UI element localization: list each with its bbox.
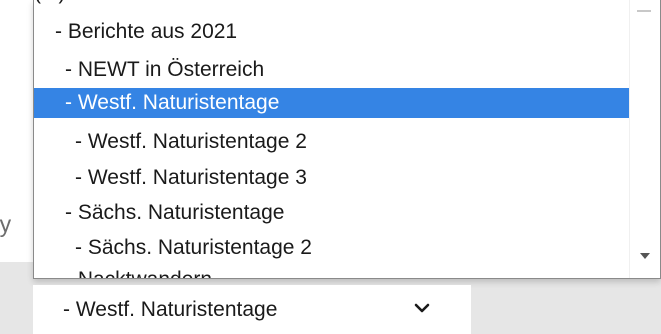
list-item-westf-naturistentage-2[interactable]: - Westf. Naturistentage 2 [34,127,307,157]
list-item-saechs-naturistentage[interactable]: - Sächs. Naturistentage [34,198,284,228]
select-current-value: - Westf. Naturistentage [63,298,278,321]
scrollbar-thumb[interactable] [637,10,651,12]
clipped-list-item-label: (...) [34,0,66,8]
dropdown-list[interactable]: (...) - Berichte aus 2021 - NEWT in Öste… [33,0,661,279]
list-item-berichte-2021[interactable]: - Berichte aus 2021 [34,17,237,47]
list-item-label: - Sächs. Naturistentage [65,201,285,224]
list-item-saechs-naturistentage-2[interactable]: - Sächs. Naturistentage 2 [34,233,312,263]
chevron-down-icon[interactable] [412,298,432,318]
list-item-nacktwandern[interactable]: - Nacktwandern [34,265,212,278]
dropdown-scrollbar[interactable] [629,0,660,278]
scroll-down-arrow-icon[interactable] [640,253,650,259]
list-item-label: - Westf. Naturistentage 2 [75,130,307,153]
background-partial-label: ry [0,211,12,237]
list-item-label: - Nacktwandern [65,268,212,278]
list-item-westf-naturistentage[interactable]: - Westf. Naturistentage [34,88,631,118]
category-select[interactable]: - Westf. Naturistentage [33,285,471,334]
list-item-label: - Sächs. Naturistentage 2 [75,236,312,259]
list-item-label: - Westf. Naturistentage [65,91,280,114]
clipped-list-item: (...) [34,0,631,8]
list-item-newt-oesterreich[interactable]: - NEWT in Österreich [34,55,264,85]
list-item-label: - NEWT in Österreich [65,58,265,81]
list-item-label: - Westf. Naturistentage 3 [75,166,307,189]
background-text-fragment: ry [0,206,34,242]
list-item-label: - Berichte aus 2021 [55,20,238,43]
list-item-westf-naturistentage-3[interactable]: - Westf. Naturistentage 3 [34,163,307,193]
